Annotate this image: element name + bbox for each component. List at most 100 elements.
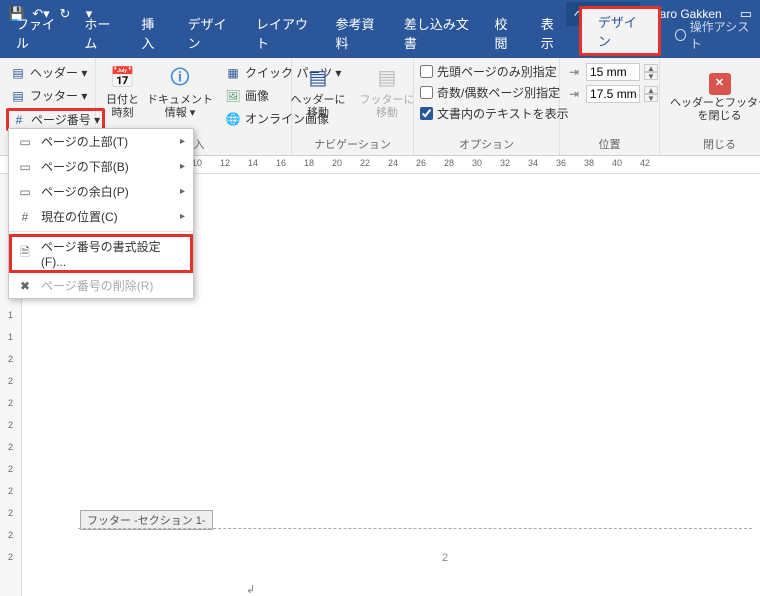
ruler-tick: 2 xyxy=(8,354,13,364)
ruler-tick: 30 xyxy=(456,158,484,171)
group-label-options: オプション xyxy=(420,134,553,155)
menu-page-bottom-label: ページの下部(B) xyxy=(41,158,129,175)
menu-remove-page-number[interactable]: ✖ ページ番号の削除(R) xyxy=(9,273,193,298)
ruler-tick: 2 xyxy=(8,420,13,430)
menu-remove-page-number-label: ページ番号の削除(R) xyxy=(41,277,153,294)
ruler-tick: 22 xyxy=(344,158,372,171)
ruler-tick: 40 xyxy=(596,158,624,171)
doc-info-label: ドキュメント 情報 ▾ xyxy=(147,94,213,120)
footer-divider xyxy=(78,528,752,529)
footer-button[interactable]: ▤フッター ▾ xyxy=(6,85,105,106)
image-icon: 🖼 xyxy=(225,88,241,104)
menu-current-position-label: 現在の位置(C) xyxy=(41,208,118,225)
current-position-icon: # xyxy=(17,209,33,225)
footer-bottom-field[interactable] xyxy=(586,85,640,103)
ruler-tick: 14 xyxy=(232,158,260,171)
footer-bottom-input[interactable]: ⇥ ▲▼ xyxy=(566,84,658,104)
tab-context-design[interactable]: デザイン xyxy=(579,6,661,56)
group-close: ✕ ヘッダーとフッター を閉じる 閉じる xyxy=(660,58,760,155)
footer-section-label: フッター -セクション 1- xyxy=(80,510,213,530)
menu-page-margin[interactable]: ▭ ページの余白(P) ▸ xyxy=(9,179,193,204)
first-page-diff-label: 先頭ページのみ別指定 xyxy=(437,63,557,80)
caret-icon xyxy=(246,582,254,590)
ruler-tick: 18 xyxy=(288,158,316,171)
chevron-right-icon: ▸ xyxy=(180,211,185,222)
menu-current-position[interactable]: # 現在の位置(C) ▸ xyxy=(9,204,193,229)
tab-references[interactable]: 参考資料 xyxy=(323,8,391,58)
header-top-input[interactable]: ⇥ ▲▼ xyxy=(566,62,658,82)
menu-page-top[interactable]: ▭ページの上部(T)▸ xyxy=(9,129,193,154)
tab-home[interactable]: ホーム xyxy=(72,8,129,58)
menu-page-number-format-label: ページ番号の書式設定(F)... xyxy=(41,238,185,269)
goto-footer-button[interactable]: ▤ フッターに 移動 xyxy=(356,62,419,122)
ruler-tick: 36 xyxy=(540,158,568,171)
group-label-position: 位置 xyxy=(566,134,653,155)
ruler-tick: 34 xyxy=(512,158,540,171)
ruler-tick: 2 xyxy=(8,486,13,496)
ruler-tick: 2 xyxy=(8,398,13,408)
date-time-label: 日付と 時刻 xyxy=(106,94,139,120)
tell-me[interactable]: 操作アシスト xyxy=(665,12,760,58)
ruler-tick: 2 xyxy=(8,508,13,518)
header-top-spinner[interactable]: ▲▼ xyxy=(644,64,658,80)
ruler-tick: 2 xyxy=(8,376,13,386)
goto-header-icon: ▤ xyxy=(304,64,332,92)
date-time-button[interactable]: 📅 日付と 時刻 xyxy=(102,62,143,122)
tell-me-label: 操作アシスト xyxy=(690,18,750,52)
online-image-icon: 🌐 xyxy=(225,111,241,127)
header-icon: ▤ xyxy=(10,65,26,81)
tab-review[interactable]: 校閲 xyxy=(482,8,528,58)
ruler-tick: 12 xyxy=(204,158,232,171)
tab-mailings[interactable]: 差し込み文書 xyxy=(392,8,483,58)
ruler-tick: 24 xyxy=(372,158,400,171)
ruler-tick: 1 xyxy=(8,310,13,320)
ruler-tick: 2 xyxy=(8,530,13,540)
header-top-icon: ⇥ xyxy=(566,64,582,80)
header-button[interactable]: ▤ヘッダー ▾ xyxy=(6,62,105,83)
close-hf-label: ヘッダーとフッター を閉じる xyxy=(670,97,760,123)
close-hf-button[interactable]: ✕ ヘッダーとフッター を閉じる xyxy=(666,71,760,125)
first-page-diff-checkbox[interactable]: 先頭ページのみ別指定 xyxy=(420,62,569,81)
show-doc-text-label: 文書内のテキストを表示 xyxy=(437,105,569,122)
show-doc-text-checkbox[interactable]: 文書内のテキストを表示 xyxy=(420,104,569,123)
ruler-tick: 32 xyxy=(484,158,512,171)
menu-page-number-format[interactable]: 🗎 ページ番号の書式設定(F)... xyxy=(9,234,193,273)
goto-header-button[interactable]: ▤ ヘッダーに 移動 xyxy=(287,62,350,122)
tab-insert[interactable]: 挿入 xyxy=(129,8,175,58)
footer-bottom-spinner[interactable]: ▲▼ xyxy=(644,86,658,102)
group-navigation: ▤ ヘッダーに 移動 ▤ フッターに 移動 ナビゲーション xyxy=(292,58,414,155)
menu-page-margin-label: ページの余白(P) xyxy=(41,183,129,200)
group-options: 先頭ページのみ別指定 奇数/偶数ページ別指定 文書内のテキストを表示 オプション xyxy=(414,58,560,155)
page-bottom-icon: ▭ xyxy=(17,159,33,175)
calendar-icon: 📅 xyxy=(109,64,137,92)
tab-design[interactable]: デザイン xyxy=(176,8,244,58)
ruler-tick: 42 xyxy=(624,158,652,171)
header-label: ヘッダー ▾ xyxy=(30,64,87,81)
group-label-nav: ナビゲーション xyxy=(298,134,407,155)
ruler-tick: 2 xyxy=(8,442,13,452)
menu-separator xyxy=(9,231,193,232)
chevron-right-icon: ▸ xyxy=(180,136,185,147)
page-number-field[interactable]: 2 xyxy=(442,552,448,564)
page-number-label: ページ番号 ▾ xyxy=(31,111,100,128)
remove-icon: ✖ xyxy=(17,278,33,294)
tab-file[interactable]: ファイル xyxy=(4,8,72,58)
doc-info-button[interactable]: 🛈 ドキュメント 情報 ▾ xyxy=(143,62,217,122)
format-icon: 🗎 xyxy=(17,246,33,262)
chevron-right-icon: ▸ xyxy=(180,161,185,172)
tab-view[interactable]: 表示 xyxy=(529,8,575,58)
bulb-icon xyxy=(675,29,685,41)
quick-parts-icon: ▦ xyxy=(225,65,241,81)
page-margin-icon: ▭ xyxy=(17,184,33,200)
header-top-field[interactable] xyxy=(586,63,640,81)
odd-even-diff-checkbox[interactable]: 奇数/偶数ページ別指定 xyxy=(420,83,569,102)
chevron-right-icon: ▸ xyxy=(180,186,185,197)
page-number-icon: # xyxy=(11,112,27,128)
tab-layout[interactable]: レイアウト xyxy=(244,8,324,58)
ruler-tick: 38 xyxy=(568,158,596,171)
goto-footer-icon: ▤ xyxy=(373,64,401,92)
menu-page-bottom[interactable]: ▭ ページの下部(B) ▸ xyxy=(9,154,193,179)
group-label-close: 閉じる xyxy=(666,134,760,155)
menu-page-top-label: ページの上部(T) xyxy=(41,133,128,150)
goto-header-label: ヘッダーに 移動 xyxy=(291,94,346,120)
